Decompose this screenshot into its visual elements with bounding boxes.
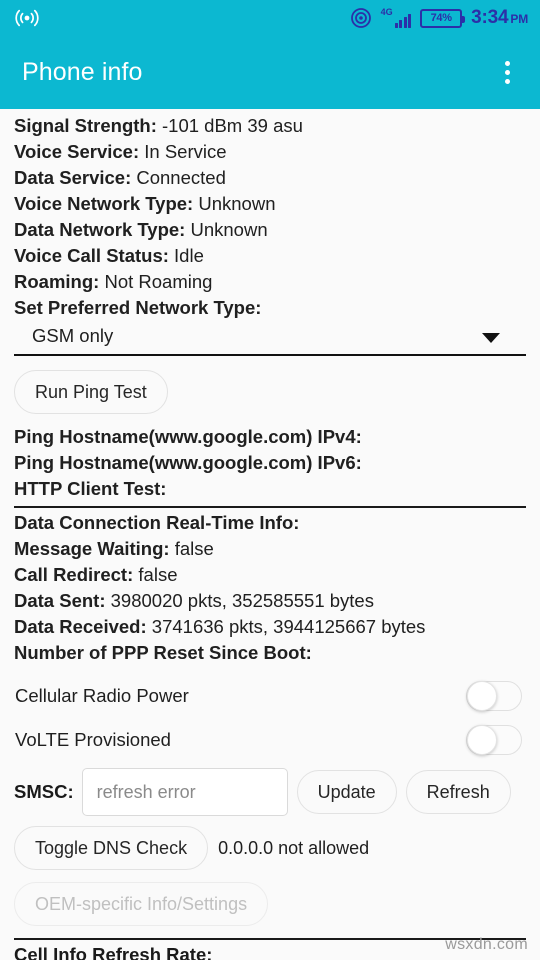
toggle-thumb	[467, 681, 497, 711]
info-label: Signal Strength:	[14, 115, 157, 136]
info-value: 3741636 pkts, 3944125667 bytes	[146, 616, 426, 637]
info-value: Idle	[168, 245, 204, 266]
radar-icon	[350, 7, 372, 29]
status-bar-right: 4G 74% 3:34 PM	[350, 7, 528, 29]
info-label: Roaming:	[14, 271, 100, 292]
info-label: Data Service:	[14, 167, 132, 188]
toggle-thumb	[467, 725, 497, 755]
info-label: Voice Call Status:	[14, 245, 169, 266]
preferred-network-label: Set Preferred Network Type:	[14, 295, 526, 321]
cell-info-refresh-rate-label: Cell Info Refresh Rate:	[14, 944, 213, 960]
info-label: Voice Network Type:	[14, 193, 194, 214]
info-label: Ping Hostname(www.google.com) IPv4:	[14, 426, 362, 447]
info-label: Number of PPP Reset Since Boot:	[14, 642, 312, 663]
signal-bars	[394, 14, 412, 28]
clock-ampm: PM	[510, 12, 528, 26]
info-label: Data Network Type:	[14, 219, 186, 240]
info-value: false	[133, 564, 178, 585]
toggle-label: Cellular Radio Power	[15, 685, 189, 706]
phone-info-content: Signal Strength: -101 dBm 39 asu Voice S…	[0, 109, 540, 960]
smsc-update-button[interactable]: Update	[296, 770, 397, 814]
info-label: Data Received:	[14, 616, 147, 637]
run-ping-test-row: Run Ping Test	[14, 356, 526, 424]
info-label: Message Waiting:	[14, 538, 170, 559]
smsc-row: SMSC: Update Refresh	[14, 762, 526, 820]
info-row-roaming: Roaming: Not Roaming	[14, 269, 526, 295]
status-bar-left	[14, 8, 40, 28]
overflow-menu-icon[interactable]	[492, 58, 522, 88]
info-row-data-sent: Data Sent: 3980020 pkts, 352585551 bytes	[14, 588, 526, 614]
info-value: Unknown	[185, 219, 268, 240]
info-row-data-network-type: Data Network Type: Unknown	[14, 217, 526, 243]
status-bar-clock: 3:34 PM	[471, 7, 528, 29]
oem-specific-info-settings-button[interactable]: OEM-specific Info/Settings	[14, 882, 269, 926]
toggle-row-volte-provisioned: VoLTE Provisioned	[14, 718, 526, 762]
info-label: Call Redirect:	[14, 564, 134, 585]
toggle-dns-check-button[interactable]: Toggle DNS Check	[14, 826, 209, 870]
info-label: Voice Service:	[14, 141, 140, 162]
network-type-label: 4G	[380, 7, 393, 17]
cellular-radio-power-toggle[interactable]	[466, 681, 522, 711]
smsc-input[interactable]	[81, 768, 288, 816]
preferred-network-selected: GSM only	[32, 325, 114, 346]
toggle-label: VoLTE Provisioned	[15, 729, 171, 750]
info-row-data-received: Data Received: 3741636 pkts, 3944125667 …	[14, 614, 526, 640]
overflow-dot	[504, 70, 510, 75]
info-row-http-client-test: HTTP Client Test:	[14, 476, 526, 502]
phone-screen: 4G 74% 3:34 PM Phone info Signal Strength…	[0, 0, 540, 960]
battery-percent: 74%	[430, 12, 452, 24]
info-value: In Service	[139, 141, 227, 162]
battery-icon: 74%	[420, 8, 466, 28]
info-value: 3980020 pkts, 352585551 bytes	[105, 590, 374, 611]
info-label: Ping Hostname(www.google.com) IPv6:	[14, 452, 362, 473]
info-value: Not Roaming	[99, 271, 213, 292]
dns-check-row: Toggle DNS Check 0.0.0.0 not allowed	[14, 820, 526, 874]
preferred-network-spinner[interactable]: GSM only	[14, 321, 526, 354]
oem-settings-row: OEM-specific Info/Settings	[14, 874, 526, 932]
network-4g-signal-icon: 4G	[381, 8, 412, 28]
info-row-message-waiting: Message Waiting: false	[14, 536, 526, 562]
info-row-ping-ipv4: Ping Hostname(www.google.com) IPv4:	[14, 424, 526, 450]
info-value: false	[169, 538, 214, 559]
info-label: HTTP Client Test:	[14, 478, 167, 499]
info-label: Data Sent:	[14, 590, 106, 611]
info-row-data-service: Data Service: Connected	[14, 165, 526, 191]
dns-status-note: 0.0.0.0 not allowed	[218, 837, 370, 858]
volte-provisioned-toggle[interactable]	[466, 725, 522, 755]
info-row-call-redirect: Call Redirect: false	[14, 562, 526, 588]
info-value: -101 dBm 39 asu	[156, 115, 303, 136]
info-row-signal-strength: Signal Strength: -101 dBm 39 asu	[14, 109, 526, 139]
info-row-voice-service: Voice Service: In Service	[14, 139, 526, 165]
run-ping-test-button[interactable]: Run Ping Test	[14, 370, 168, 414]
hotspot-broadcast-icon	[14, 8, 40, 28]
section-divider	[14, 506, 526, 508]
smsc-refresh-button[interactable]: Refresh	[405, 770, 511, 814]
toggle-row-cellular-radio-power: Cellular Radio Power	[14, 674, 526, 718]
chevron-down-icon	[482, 333, 500, 343]
overflow-dot	[504, 61, 510, 66]
info-row-voice-network-type: Voice Network Type: Unknown	[14, 191, 526, 217]
info-value: Connected	[131, 167, 226, 188]
info-label: Data Connection Real-Time Info:	[14, 512, 300, 533]
page-title: Phone info	[22, 58, 143, 86]
overflow-dot	[504, 79, 510, 84]
info-row-ppp-reset: Number of PPP Reset Since Boot:	[14, 640, 526, 666]
info-row-ping-ipv6: Ping Hostname(www.google.com) IPv6:	[14, 450, 526, 476]
info-row-voice-call-status: Voice Call Status: Idle	[14, 243, 526, 269]
app-bar: Phone info	[0, 36, 540, 109]
clock-time: 3:34	[471, 7, 509, 28]
status-bar: 4G 74% 3:34 PM	[0, 0, 540, 36]
data-connection-heading: Data Connection Real-Time Info:	[14, 510, 526, 536]
info-value: Unknown	[193, 193, 276, 214]
smsc-label: SMSC:	[14, 781, 74, 802]
info-label: Set Preferred Network Type:	[14, 297, 262, 318]
